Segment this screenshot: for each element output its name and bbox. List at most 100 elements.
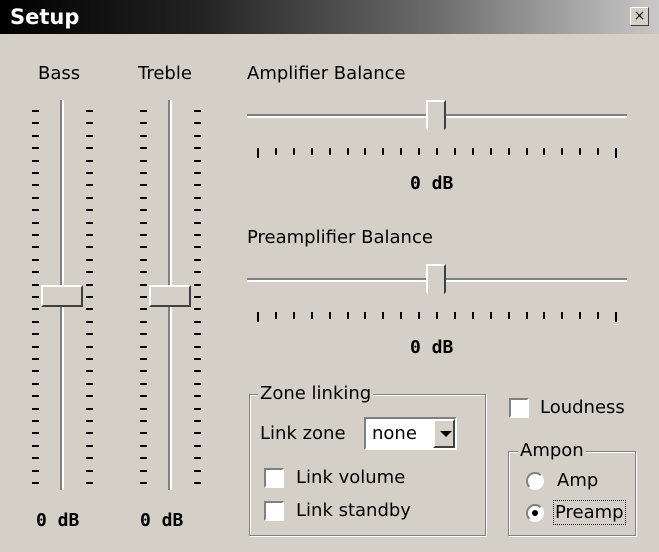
- slider-tick: [257, 148, 259, 158]
- bass-slider[interactable]: [28, 100, 98, 490]
- radio-selected-dot: [532, 510, 538, 516]
- slider-tick: [32, 258, 39, 261]
- slider-tick: [194, 172, 201, 174]
- slider-tick: [140, 457, 147, 460]
- treble-slider-thumb[interactable]: [149, 285, 191, 307]
- slider-tick: [32, 358, 39, 360]
- slider-tick: [32, 432, 39, 435]
- slider-tick: [364, 148, 367, 155]
- slider-tick: [140, 407, 147, 410]
- slider-tick: [32, 407, 39, 410]
- slider-tick: [86, 122, 93, 125]
- slider-tick: [140, 172, 147, 174]
- slider-tick: [140, 358, 147, 360]
- slider-tick: [32, 122, 39, 125]
- slider-tick: [543, 312, 546, 319]
- setup-dialog: Setup × Bass 0 dB Treble 0 dB Amplifier …: [0, 0, 659, 552]
- slider-tick: [32, 457, 39, 460]
- slider-tick: [32, 333, 39, 336]
- slider-tick: [32, 147, 39, 150]
- preamp-balance-value: 0 dB: [410, 337, 454, 358]
- loudness-label[interactable]: Loudness: [540, 397, 625, 418]
- slider-tick: [32, 209, 39, 212]
- link-standby-checkbox[interactable]: [264, 501, 284, 521]
- slider-tick: [140, 234, 147, 236]
- slider-tick: [86, 469, 93, 472]
- slider-tick: [561, 312, 564, 319]
- bass-slider-thumb[interactable]: [41, 285, 83, 307]
- treble-value: 0 dB: [140, 510, 184, 531]
- amp-balance-slider[interactable]: [247, 100, 627, 160]
- slider-tick: [194, 345, 201, 348]
- slider-tick: [32, 320, 39, 323]
- slider-tick: [140, 196, 147, 199]
- slider-tick: [140, 469, 147, 472]
- slider-tick: [86, 407, 93, 410]
- slider-tick: [32, 444, 39, 447]
- slider-tick: [346, 148, 349, 155]
- slider-tick: [32, 172, 39, 174]
- slider-tick: [418, 312, 421, 319]
- slider-tick: [86, 258, 93, 261]
- slider-tick: [140, 444, 147, 447]
- treble-slider[interactable]: [136, 100, 206, 490]
- slider-tick: [140, 420, 147, 422]
- link-standby-label[interactable]: Link standby: [296, 500, 411, 521]
- slider-tick: [194, 370, 201, 373]
- slider-tick: [328, 148, 331, 155]
- slider-tick: [86, 358, 93, 360]
- slider-tick: [32, 345, 39, 348]
- slider-tick: [140, 209, 147, 212]
- slider-tick: [194, 382, 201, 385]
- slider-tick: [364, 312, 367, 319]
- link-volume-checkbox[interactable]: [264, 468, 284, 488]
- slider-tick: [310, 312, 313, 319]
- slider-tick: [140, 482, 147, 484]
- slider-tick: [194, 333, 201, 336]
- ampon-legend: Ampon: [518, 440, 586, 461]
- slider-tick: [86, 382, 93, 385]
- amp-radio[interactable]: [526, 472, 544, 490]
- slider-tick: [194, 147, 201, 150]
- link-zone-dropdown-button[interactable]: [433, 419, 455, 448]
- slider-tick: [86, 333, 93, 336]
- slider-tick: [32, 296, 39, 298]
- slider-tick: [86, 482, 93, 484]
- slider-tick: [140, 333, 147, 336]
- title-bar[interactable]: Setup ×: [0, 0, 659, 34]
- link-zone-select[interactable]: none: [364, 417, 457, 450]
- slider-tick: [32, 234, 39, 236]
- slider-tick: [86, 196, 93, 199]
- close-icon[interactable]: ×: [630, 7, 649, 26]
- link-volume-label[interactable]: Link volume: [296, 467, 405, 488]
- amp-radio-label[interactable]: Amp: [557, 470, 598, 491]
- slider-tick: [453, 148, 456, 155]
- slider-tick: [140, 345, 147, 348]
- preamp-balance-slider[interactable]: [247, 264, 627, 324]
- slider-tick: [615, 148, 617, 158]
- slider-tick: [32, 283, 39, 286]
- slider-tick: [140, 308, 147, 311]
- slider-tick: [32, 482, 39, 484]
- preamp-radio[interactable]: [526, 504, 544, 522]
- slider-tick: [194, 209, 201, 212]
- loudness-checkbox[interactable]: [509, 398, 529, 418]
- slider-tick: [489, 148, 492, 155]
- slider-tick: [597, 148, 600, 155]
- slider-tick: [507, 312, 510, 319]
- slider-tick: [86, 420, 93, 422]
- slider-tick: [32, 382, 39, 385]
- slider-tick: [32, 221, 39, 224]
- slider-tick: [86, 457, 93, 460]
- slider-tick: [525, 148, 528, 155]
- slider-tick: [140, 370, 147, 373]
- slider-tick: [194, 482, 201, 484]
- slider-tick: [292, 312, 295, 319]
- slider-tick: [140, 283, 147, 286]
- preamp-radio-label[interactable]: Preamp: [553, 500, 626, 525]
- window-title: Setup: [10, 5, 80, 29]
- slider-tick: [86, 271, 93, 274]
- slider-tick: [140, 432, 147, 435]
- slider-tick: [489, 312, 492, 319]
- slider-tick: [436, 148, 438, 155]
